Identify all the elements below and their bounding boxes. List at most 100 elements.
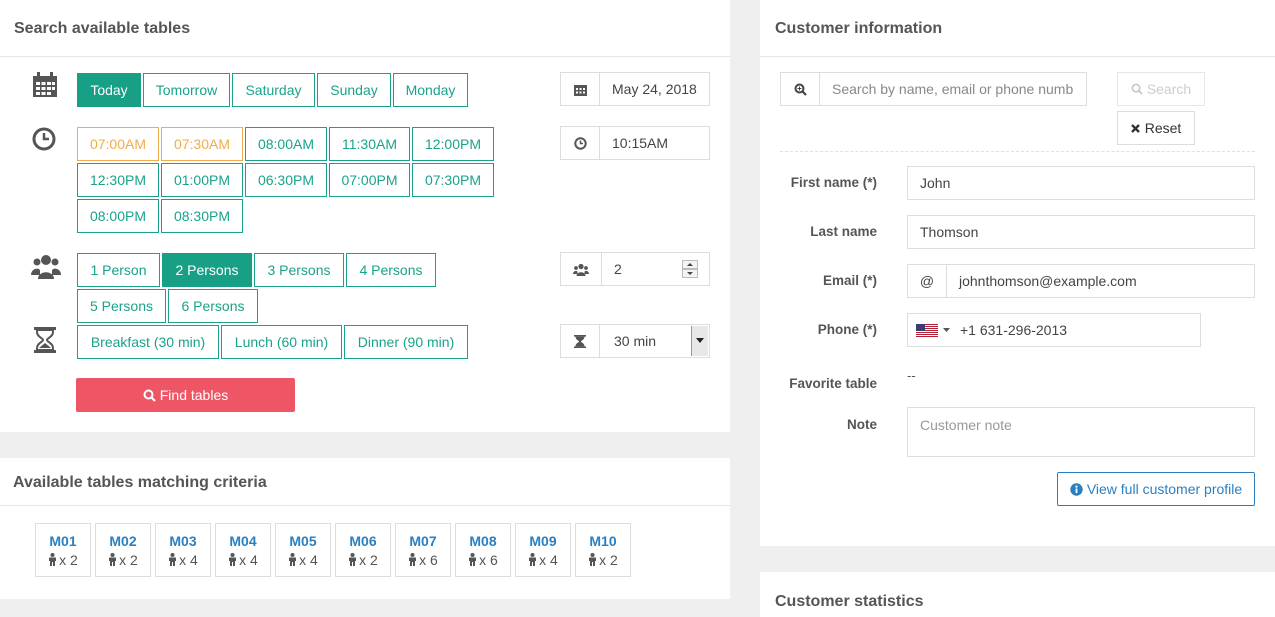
time-0100pm-button[interactable]: 01:00PM xyxy=(161,163,243,197)
table-capacity: x 4 xyxy=(168,552,198,568)
table-tile[interactable]: M10 x 2 xyxy=(575,523,631,577)
chevron-down-icon[interactable] xyxy=(691,326,708,356)
tables-panel-title: Available tables matching criteria xyxy=(13,474,267,491)
table-code: M09 xyxy=(529,532,557,549)
time-0630pm-button[interactable]: 06:30PM xyxy=(245,163,327,197)
persons-3-button[interactable]: 3 Persons xyxy=(254,253,344,287)
spinner-arrows-icon[interactable] xyxy=(681,253,699,285)
persons-value: 2 xyxy=(614,261,622,277)
table-tile[interactable]: M04 x 4 xyxy=(215,523,271,577)
table-capacity: x 4 xyxy=(528,552,558,568)
duration-select[interactable]: 30 min xyxy=(560,324,710,358)
table-code: M08 xyxy=(469,532,497,549)
stats-panel-title: Customer statistics xyxy=(775,593,924,610)
persons-6-button[interactable]: 6 Persons xyxy=(168,289,258,323)
table-tile[interactable]: M07 x 6 xyxy=(395,523,451,577)
email-label: Email (*) xyxy=(822,273,877,288)
table-tile[interactable]: M08 x 6 xyxy=(455,523,511,577)
day-monday-button[interactable]: Monday xyxy=(393,73,468,107)
persons-5-button[interactable]: 5 Persons xyxy=(77,289,166,323)
person-icon xyxy=(468,553,477,566)
us-flag-icon[interactable] xyxy=(916,323,950,337)
search-icon xyxy=(1131,83,1143,95)
divider xyxy=(0,505,730,506)
table-tile[interactable]: M06 x 2 xyxy=(335,523,391,577)
email-value: johnthomson@example.com xyxy=(959,273,1137,289)
reset-button[interactable]: Reset xyxy=(1117,111,1195,145)
day-saturday-button[interactable]: Saturday xyxy=(232,73,315,107)
person-icon xyxy=(588,553,597,566)
note-textarea[interactable]: Customer note xyxy=(907,407,1255,457)
view-profile-button[interactable]: View full customer profile xyxy=(1057,472,1255,506)
time-0700am-button[interactable]: 07:00AM xyxy=(77,127,159,161)
stats-panel: Customer statistics xyxy=(760,572,1275,617)
email-prefix: @ xyxy=(908,265,947,297)
table-capacity-value: x 4 xyxy=(179,551,198,568)
favorite-table-value: -- xyxy=(907,368,916,383)
table-tile[interactable]: M05 x 4 xyxy=(275,523,331,577)
table-capacity: x 2 xyxy=(348,552,378,568)
time-0730am-button[interactable]: 07:30AM xyxy=(161,127,243,161)
duration-breakfast-button[interactable]: Breakfast (30 min) xyxy=(77,325,219,359)
table-capacity-value: x 6 xyxy=(419,551,438,568)
customer-search-input[interactable]: Search by name, email or phone numb xyxy=(780,72,1087,106)
day-tomorrow-button[interactable]: Tomorrow xyxy=(143,73,230,107)
table-tile[interactable]: M03 x 4 xyxy=(155,523,211,577)
users-icon xyxy=(31,251,61,281)
first-name-label: First name (*) xyxy=(790,175,877,190)
info-icon xyxy=(1070,482,1083,496)
date-input[interactable]: May 24, 2018 xyxy=(560,72,710,106)
email-field[interactable]: @ johnthomson@example.com xyxy=(907,264,1255,298)
table-tile[interactable]: M01 x 2 xyxy=(35,523,91,577)
last-name-field[interactable]: Thomson xyxy=(907,215,1255,249)
table-capacity-value: x 4 xyxy=(239,551,258,568)
table-tile[interactable]: M02 x 2 xyxy=(95,523,151,577)
table-capacity: x 4 xyxy=(228,552,258,568)
time-0830pm-button[interactable]: 08:30PM xyxy=(161,199,243,233)
hourglass-small-icon xyxy=(561,325,600,357)
persons-2-button[interactable]: 2 Persons xyxy=(162,253,252,287)
person-icon xyxy=(528,553,537,566)
person-icon xyxy=(408,553,417,566)
time-1130am-button[interactable]: 11:30AM xyxy=(329,127,410,161)
search-panel-title: Search available tables xyxy=(14,20,191,37)
phone-value: +1 631-296-2013 xyxy=(960,322,1068,338)
time-0800pm-button[interactable]: 08:00PM xyxy=(77,199,159,233)
table-capacity-value: x 2 xyxy=(359,551,378,568)
favorite-table-label: Favorite table xyxy=(789,376,877,391)
customer-search-button[interactable]: Search xyxy=(1117,72,1205,106)
table-capacity: x 6 xyxy=(408,552,438,568)
time-0800am-button[interactable]: 08:00AM xyxy=(245,127,327,161)
users-small-icon xyxy=(561,253,602,285)
table-capacity-value: x 4 xyxy=(539,551,558,568)
persons-1-button[interactable]: 1 Person xyxy=(77,253,160,287)
time-1200pm-button[interactable]: 12:00PM xyxy=(412,127,494,161)
date-value: May 24, 2018 xyxy=(612,81,697,97)
phone-field[interactable]: +1 631-296-2013 xyxy=(907,313,1201,347)
time-0730pm-button[interactable]: 07:30PM xyxy=(412,163,494,197)
first-name-value: John xyxy=(920,175,951,191)
time-value: 10:15AM xyxy=(612,135,669,151)
duration-lunch-button[interactable]: Lunch (60 min) xyxy=(221,325,342,359)
first-name-field[interactable]: John xyxy=(907,166,1255,200)
time-0700pm-button[interactable]: 07:00PM xyxy=(329,163,410,197)
time-input[interactable]: 10:15AM xyxy=(560,126,710,160)
customer-search-button-label: Search xyxy=(1146,81,1192,97)
persons-4-button[interactable]: 4 Persons xyxy=(346,253,436,287)
day-today-button[interactable]: Today xyxy=(77,73,141,107)
duration-dinner-button[interactable]: Dinner (90 min) xyxy=(344,325,468,359)
table-code: M05 xyxy=(289,532,317,549)
find-tables-button[interactable]: Find tables xyxy=(76,378,295,412)
time-1230pm-button[interactable]: 12:30PM xyxy=(77,163,159,197)
day-sunday-button[interactable]: Sunday xyxy=(317,73,391,107)
table-tile[interactable]: M09 x 4 xyxy=(515,523,571,577)
table-code: M02 xyxy=(109,532,137,549)
divider xyxy=(0,56,730,57)
table-capacity-value: x 4 xyxy=(299,551,318,568)
last-name-value: Thomson xyxy=(920,224,979,240)
table-capacity: x 4 xyxy=(288,552,318,568)
last-name-label: Last name xyxy=(810,224,877,239)
table-code: M10 xyxy=(589,532,617,549)
table-capacity: x 2 xyxy=(108,552,138,568)
persons-stepper[interactable]: 2 xyxy=(560,252,710,286)
